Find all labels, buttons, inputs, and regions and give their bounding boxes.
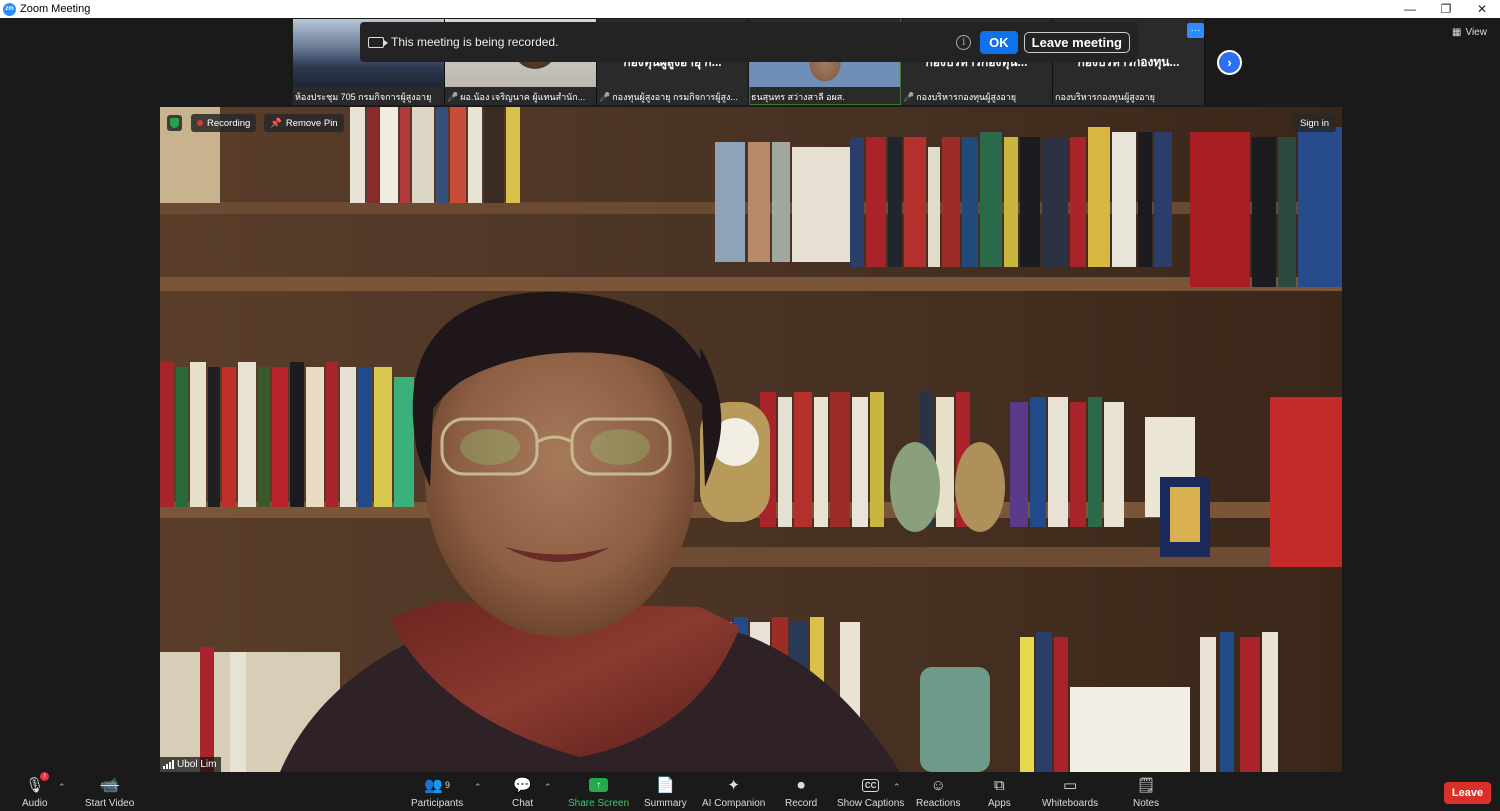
summary-label: Summary — [644, 798, 687, 809]
sparkle-icon: ✦ — [727, 777, 740, 794]
recording-indicator[interactable]: Recording — [191, 114, 257, 132]
title-bar: zm Zoom Meeting — ❐ ✕ — [0, 0, 1500, 18]
main-speaker-video: Recording 📌 Remove Pin Sign in Ubol Lim — [160, 107, 1342, 772]
notes-button[interactable]: 🗒 Notes — [1133, 775, 1159, 809]
whiteboards-label: Whiteboards — [1042, 798, 1099, 809]
audio-label: Audio — [22, 798, 48, 809]
recording-notification-banner: This meeting is being recorded. i OK Lea… — [360, 22, 1138, 62]
smiley-icon: ☺ — [930, 776, 946, 794]
summary-button[interactable]: 📄 Summary — [644, 775, 687, 809]
share-screen-button[interactable]: ↑ Share Screen — [568, 775, 629, 809]
sign-in-button[interactable]: Sign in — [1292, 114, 1336, 132]
view-label: View — [1465, 27, 1487, 38]
restore-button[interactable]: ❐ — [1428, 0, 1464, 18]
apps-icon: ⧉ — [994, 776, 1005, 794]
share-screen-label: Share Screen — [568, 798, 630, 809]
chat-icon: 💬 — [513, 777, 532, 794]
share-screen-icon: ↑ — [589, 778, 609, 792]
audio-warning-badge: ! — [40, 772, 50, 781]
participant-name: กองทุนผู้สูงอายุ กรมกิจการผู้สูง... — [612, 92, 738, 102]
reactions-label: Reactions — [916, 798, 961, 809]
pin-icon: 📌 — [270, 117, 282, 129]
signal-strength-icon — [163, 760, 174, 769]
notes-label: Notes — [1133, 798, 1160, 809]
zoom-logo-icon: zm — [3, 2, 16, 16]
audio-button[interactable]: 🎙! Audio — [22, 772, 50, 809]
ok-button[interactable]: OK — [980, 30, 1018, 54]
reactions-button[interactable]: ☺ Reactions — [916, 775, 961, 810]
microphone-icon: 🎙! — [25, 772, 50, 795]
apps-button[interactable]: ⧉ Apps — [988, 775, 1011, 810]
participants-button[interactable]: 👥 9 Participants — [411, 775, 463, 809]
summary-icon: 📄 — [656, 777, 675, 794]
video-camera-icon — [368, 36, 388, 48]
leave-button[interactable]: Leave — [1444, 782, 1491, 804]
meeting-toolbar: 🎙! Audio ⌃ 📹 Start Video 👥 9 Participants… — [0, 772, 1500, 811]
microphone-muted-icon: 🎤 — [599, 91, 611, 102]
audio-options-caret-icon[interactable]: ⌃ — [58, 782, 66, 793]
participant-name: กองบริหารกองทุนผู้สูงอายุ — [916, 92, 1017, 102]
participant-name: ธนสุนทร สว่างสาลี อผส. — [751, 92, 845, 102]
show-captions-label: Show Captions — [837, 798, 905, 809]
participant-name: ห้องประชุม 705 กรมกิจการผู้สูงอายุ — [295, 92, 432, 102]
apps-label: Apps — [988, 798, 1011, 809]
participant-name: กองบริหารกองทุนผู้สูงอายุ — [1055, 92, 1155, 102]
leave-meeting-button[interactable]: Leave meeting — [1023, 31, 1130, 53]
recording-message: This meeting is being recorded. — [391, 35, 559, 49]
next-page-arrow-icon[interactable]: › — [1217, 50, 1242, 75]
record-button[interactable]: ⏺ Record — [785, 775, 818, 810]
record-icon: ⏺ — [797, 776, 805, 794]
ai-companion-button[interactable]: ✦ AI Companion — [702, 775, 765, 809]
recording-label: Recording — [207, 117, 251, 129]
notes-icon: 🗒 — [1136, 777, 1156, 794]
video-off-icon: 📹 — [100, 777, 119, 794]
chat-options-caret-icon[interactable]: ⌃ — [544, 782, 552, 793]
record-label: Record — [785, 798, 818, 809]
speaker-name-tag: Ubol Lim — [160, 757, 222, 772]
remove-pin-label: Remove Pin — [285, 117, 338, 129]
microphone-muted-icon: 🎤 — [447, 91, 459, 102]
minimize-button[interactable]: — — [1392, 0, 1428, 18]
info-icon[interactable]: i — [956, 34, 972, 50]
microphone-muted-icon: 🎤 — [903, 91, 915, 102]
chat-button[interactable]: 💬 Chat — [512, 775, 533, 809]
start-video-button[interactable]: 📹 Start Video — [85, 775, 134, 809]
window-title: Zoom Meeting — [20, 3, 91, 15]
grid-icon: ▦ — [1452, 27, 1462, 38]
participants-label: Participants — [411, 798, 464, 809]
start-video-label: Start Video — [85, 798, 135, 809]
captions-icon: CC — [861, 778, 880, 792]
ai-companion-label: AI Companion — [702, 798, 766, 809]
more-options-icon[interactable]: ··· — [1187, 23, 1204, 38]
whiteboards-button[interactable]: ▭ Whiteboards — [1042, 775, 1098, 809]
captions-options-caret-icon[interactable]: ⌃ — [893, 782, 901, 793]
whiteboard-icon: ▭ — [1062, 777, 1078, 794]
chat-label: Chat — [512, 798, 534, 809]
remove-pin-button[interactable]: 📌 Remove Pin — [264, 114, 344, 132]
participant-name: ผอ.น้อง เจริญนาค ผู้แทนสำนัก... — [460, 92, 586, 102]
view-button[interactable]: ▦ View — [1452, 27, 1487, 38]
participants-icon: 👥 — [424, 777, 443, 794]
speaker-name: Ubol Lim — [177, 759, 217, 770]
speaker-video-feed — [160, 107, 1342, 772]
participant-count: 9 — [444, 780, 450, 790]
recording-dot-icon — [197, 120, 203, 126]
encryption-shield-icon[interactable] — [167, 115, 182, 131]
participants-options-caret-icon[interactable]: ⌃ — [474, 782, 482, 793]
close-window-button[interactable]: ✕ — [1464, 0, 1500, 18]
